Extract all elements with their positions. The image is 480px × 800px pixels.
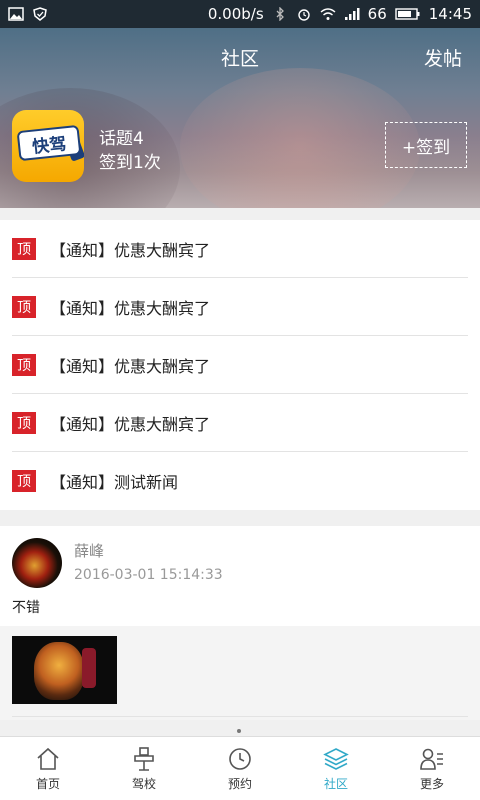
layers-icon [323, 747, 349, 770]
battery-icon [395, 8, 420, 20]
bottom-tab-bar: 首页 驾校 预约 社区 更多 [0, 736, 480, 800]
notice-item[interactable]: 顶 【通知】优惠大酬宾了 [12, 336, 468, 394]
notice-title: 【通知】优惠大酬宾了 [50, 356, 211, 376]
tab-label: 社区 [323, 776, 348, 791]
tab-label: 驾校 [131, 776, 156, 791]
tab-community[interactable]: 社区 [288, 737, 384, 800]
checkin-count: 签到1次 [99, 153, 161, 173]
post-author[interactable]: 薛峰 [74, 540, 104, 561]
tab-booking[interactable]: 预约 [192, 737, 288, 800]
pinned-badge: 顶 [12, 237, 36, 260]
tab-home[interactable]: 首页 [0, 737, 96, 800]
pinned-badge: 顶 [12, 353, 36, 376]
topic-count: 话题4 [99, 129, 144, 149]
image-figure [34, 642, 84, 700]
clock-time: 14:45 [428, 5, 472, 23]
post-content: 不错 [12, 600, 40, 616]
tab-more[interactable]: 更多 [384, 737, 480, 800]
post-timestamp: 2016-03-01 15:14:33 [74, 567, 223, 583]
avatar[interactable] [12, 538, 62, 588]
bluetooth-icon [276, 7, 284, 21]
page-title: 社区 [220, 48, 259, 70]
notice-title: 【通知】优惠大酬宾了 [50, 298, 211, 318]
wifi-icon [320, 8, 336, 20]
divider [12, 716, 468, 717]
tab-label: 更多 [419, 776, 444, 791]
clock-icon [229, 747, 251, 770]
notice-item[interactable]: 顶 【通知】测试新闻 [12, 452, 468, 510]
net-speed: 0.00b/s [207, 5, 264, 23]
person-list-icon [420, 748, 443, 770]
community-header: 社区 发帖 快驾 话题4 签到1次 +签到 [0, 28, 480, 208]
notice-item[interactable]: 顶 【通知】优惠大酬宾了 [12, 394, 468, 452]
status-bar: 0.00b/s 66 14:45 [0, 0, 480, 28]
gallery-icon [8, 7, 24, 21]
image-accent [82, 648, 96, 688]
signal-icon [344, 8, 360, 20]
notice-item[interactable]: 顶 【通知】优惠大酬宾了 [12, 220, 468, 278]
notice-title: 【通知】测试新闻 [50, 473, 179, 492]
post-image-area [0, 626, 480, 720]
tab-label: 预约 [227, 776, 252, 791]
tab-driving-school[interactable]: 驾校 [96, 737, 192, 800]
post-image[interactable] [12, 636, 117, 704]
shield-icon [33, 7, 47, 21]
pinned-badge: 顶 [12, 411, 36, 434]
home-icon [37, 747, 59, 770]
notice-title: 【通知】优惠大酬宾了 [50, 240, 211, 260]
notice-item[interactable]: 顶 【通知】优惠大酬宾了 [12, 278, 468, 336]
post-card[interactable]: 薛峰 2016-03-01 15:14:33 不错 [0, 526, 480, 720]
app-logo: 快驾 [12, 110, 84, 182]
pinned-badge: 顶 [12, 295, 36, 318]
tab-label: 首页 [35, 776, 60, 791]
school-icon [134, 746, 154, 771]
battery-level: 66 [367, 5, 387, 23]
pinned-badge: 顶 [12, 470, 36, 492]
notice-title: 【通知】优惠大酬宾了 [50, 414, 211, 434]
alarm-icon [297, 9, 310, 21]
checkin-button[interactable]: +签到 [385, 122, 467, 168]
post-button[interactable]: 发帖 [424, 44, 462, 71]
scroll-indicator [237, 729, 241, 733]
pinned-notice-list: 顶 【通知】优惠大酬宾了 顶 【通知】优惠大酬宾了 顶 【通知】优惠大酬宾了 顶… [0, 220, 480, 510]
